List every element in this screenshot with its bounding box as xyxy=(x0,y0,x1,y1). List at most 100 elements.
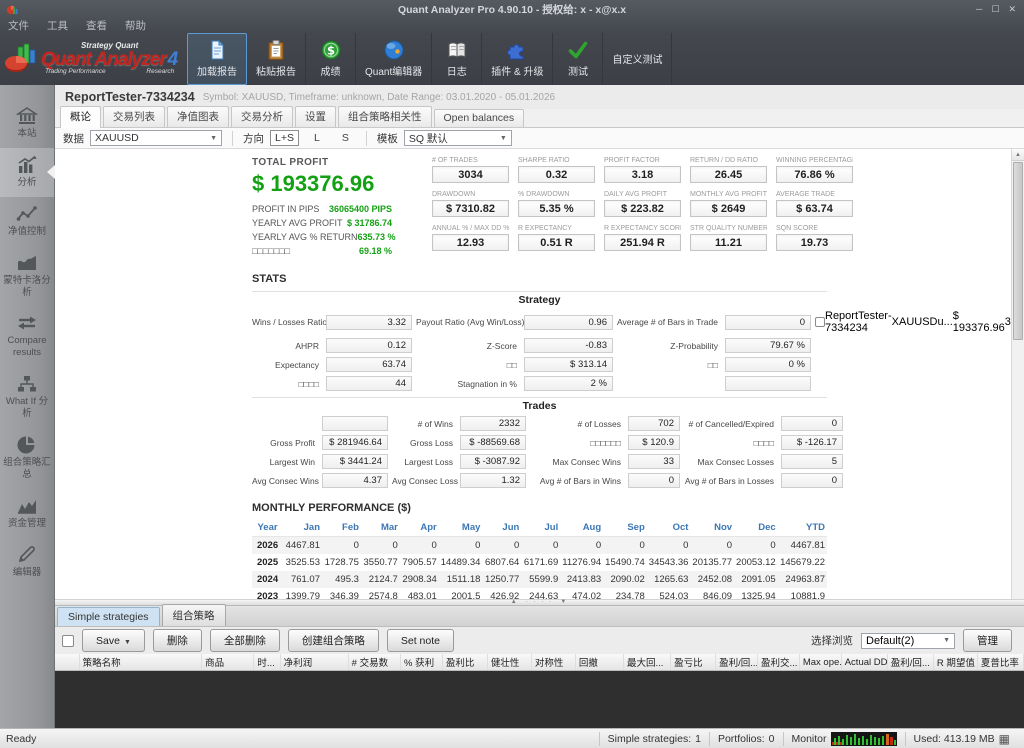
col-header[interactable]: 策略名称 xyxy=(79,654,202,671)
col-header[interactable]: 对称性 xyxy=(531,654,575,671)
monthly-col-YTD[interactable]: YTD xyxy=(778,519,827,537)
monthly-col-Nov[interactable]: Nov xyxy=(690,519,734,537)
monthly-performance-table: YearJanFebMarAprMayJunJulAugSepOctNovDec… xyxy=(252,519,827,599)
monthly-col-Year[interactable]: Year xyxy=(252,519,283,537)
col-header[interactable]: 盈亏比 xyxy=(671,654,716,671)
quant-editor-button[interactable]: Quant编辑器 xyxy=(356,33,432,85)
plugins-button[interactable]: 插件 & 升级 xyxy=(482,33,553,85)
test-button[interactable]: 测试 xyxy=(553,33,603,85)
select-all-checkbox[interactable] xyxy=(62,635,74,647)
col-header[interactable]: 最大回... xyxy=(623,654,670,671)
sidebar-item-portfolio-summary[interactable]: 组合策略汇总 xyxy=(0,428,54,489)
direction-L+S[interactable]: L+S xyxy=(270,130,299,146)
tab-设置[interactable]: 设置 xyxy=(295,106,336,127)
template-select[interactable]: SQ 默认 ▼ xyxy=(404,130,512,146)
col-header[interactable]: % 获利 xyxy=(400,654,442,671)
direction-label: 方向 xyxy=(243,131,264,146)
tab-交易列表[interactable]: 交易列表 xyxy=(103,106,165,127)
custom-test-button[interactable]: 自定义测试 xyxy=(603,33,672,85)
manage-button[interactable]: 管理 xyxy=(963,629,1012,652)
col-header[interactable]: 时... xyxy=(254,654,280,671)
monthly-col-Jan[interactable]: Jan xyxy=(283,519,322,537)
globe-icon xyxy=(383,39,405,61)
minimize-button[interactable]: ─ xyxy=(976,4,982,15)
create-portfolio-button[interactable]: 创建组合策略 xyxy=(288,629,379,652)
tab-组合策略相关性[interactable]: 组合策略相关性 xyxy=(338,106,432,127)
monthly-col-Mar[interactable]: Mar xyxy=(361,519,400,537)
col-header[interactable]: 盈利/回... xyxy=(887,654,933,671)
col-header[interactable]: R 期望值 xyxy=(933,654,977,671)
tab-Open balances[interactable]: Open balances xyxy=(434,109,525,127)
col-header[interactable]: 夏普比率 xyxy=(977,654,1023,671)
col-header[interactable]: Actual DD xyxy=(841,654,887,671)
bottom-buttons: Save▼ 删除全部删除创建组合策略 Set note xyxy=(82,629,454,652)
portfolios-label: Portfolios: xyxy=(718,733,765,745)
monthly-col-Jul[interactable]: Jul xyxy=(521,519,560,537)
sidebar-item-equity-control[interactable]: 净值控制 xyxy=(0,197,54,246)
col-header[interactable]: # 交易数 xyxy=(348,654,400,671)
col-header[interactable]: 商品 xyxy=(202,654,254,671)
sidebar-item-editor[interactable]: 编辑器 xyxy=(0,538,54,587)
strategy-pair: Stagnation in %2 % xyxy=(416,376,613,391)
row-checkbox[interactable] xyxy=(815,317,825,327)
scrollbar-thumb[interactable] xyxy=(1013,162,1023,340)
col-header[interactable]: 健壮性 xyxy=(487,654,531,671)
col-header[interactable]: 盈利交... xyxy=(757,654,799,671)
load-report-button[interactable]: 加载报告 xyxy=(187,33,247,85)
monthly-col-Aug[interactable]: Aug xyxy=(560,519,603,537)
total-profit-block: TOTAL PROFIT $ 193376.96 PROFIT IN PIPS3… xyxy=(252,157,392,260)
checkbox-col-header[interactable] xyxy=(55,654,79,671)
paste-report-button[interactable]: 粘贴报告 xyxy=(247,33,306,85)
col-header[interactable]: 盈利比 xyxy=(442,654,487,671)
sidebar-item-analyze[interactable]: 分析 xyxy=(0,148,54,197)
sidebar-item-money-management[interactable]: 资金管理 xyxy=(0,489,54,538)
stat-box: WINNING PERCENTAGE76.86 % xyxy=(776,157,853,183)
data-select[interactable]: XAUUSD ▼ xyxy=(90,130,222,146)
quant-analyzer-window: Quant Analyzer Pro 4.90.10 - 授权给: x - x@… xyxy=(0,0,1024,748)
col-header[interactable]: Max ope... xyxy=(799,654,841,671)
menu-工具[interactable]: 工具 xyxy=(47,18,68,33)
vertical-scrollbar[interactable]: ▲ xyxy=(1011,149,1024,599)
tab-净值图表[interactable]: 净值图表 xyxy=(167,106,229,127)
bottom-tab-组合策略[interactable]: 组合策略 xyxy=(162,604,226,626)
delete-all-button[interactable]: 全部删除 xyxy=(210,629,280,652)
maximize-button[interactable]: ☐ xyxy=(991,4,999,15)
monthly-col-Sep[interactable]: Sep xyxy=(603,519,647,537)
tab-概论[interactable]: 概论 xyxy=(60,106,101,128)
save-button[interactable]: Save▼ xyxy=(82,629,145,652)
delete-button[interactable]: 删除 xyxy=(153,629,202,652)
stat-box: R EXPECTANCY0.51 R xyxy=(518,225,595,251)
log-button[interactable]: 日志 xyxy=(432,33,482,85)
trades-pair: Avg Consec Wins4.37 xyxy=(252,473,388,488)
results-button[interactable]: $成绩 xyxy=(306,33,356,85)
sidebar-item-compare-results[interactable]: Compare results xyxy=(0,306,54,367)
sidebar-item-what-if[interactable]: What If 分析 xyxy=(0,367,54,428)
col-header[interactable]: 净利润 xyxy=(280,654,348,671)
sidebar-item-monte-carlo[interactable]: 蒙特卡洛分析 xyxy=(0,246,54,307)
monthly-col-Feb[interactable]: Feb xyxy=(322,519,361,537)
monthly-col-May[interactable]: May xyxy=(439,519,483,537)
report-name: ReportTester-7334234 xyxy=(65,90,195,104)
close-button[interactable]: ✕ xyxy=(1008,4,1016,15)
direction-L[interactable]: L xyxy=(307,131,327,145)
scroll-up-icon[interactable]: ▲ xyxy=(1012,149,1024,161)
col-header[interactable]: 盈利/回... xyxy=(716,654,758,671)
dropdown-arrow-icon: ▼ xyxy=(500,135,507,142)
pie-chart-icon xyxy=(16,435,38,455)
bottom-tab-Simple strategies[interactable]: Simple strategies xyxy=(57,607,160,626)
direction-S[interactable]: S xyxy=(335,131,356,145)
sidebar-item-home[interactable]: 本站 xyxy=(0,99,54,148)
monthly-col-Dec[interactable]: Dec xyxy=(734,519,778,537)
divider xyxy=(232,131,233,146)
tab-交易分析[interactable]: 交易分析 xyxy=(231,106,293,127)
col-header[interactable]: 回撤 xyxy=(575,654,623,671)
set-note-button[interactable]: Set note xyxy=(387,629,454,652)
monthly-col-Jun[interactable]: Jun xyxy=(482,519,521,537)
view-select[interactable]: Default(2) ▼ xyxy=(861,633,955,649)
compare-arrows-icon xyxy=(16,313,38,333)
monthly-col-Oct[interactable]: Oct xyxy=(647,519,691,537)
menu-文件[interactable]: 文件 xyxy=(8,18,29,33)
menu-帮助[interactable]: 帮助 xyxy=(125,18,146,33)
monthly-col-Apr[interactable]: Apr xyxy=(400,519,439,537)
menu-查看[interactable]: 查看 xyxy=(86,18,107,33)
